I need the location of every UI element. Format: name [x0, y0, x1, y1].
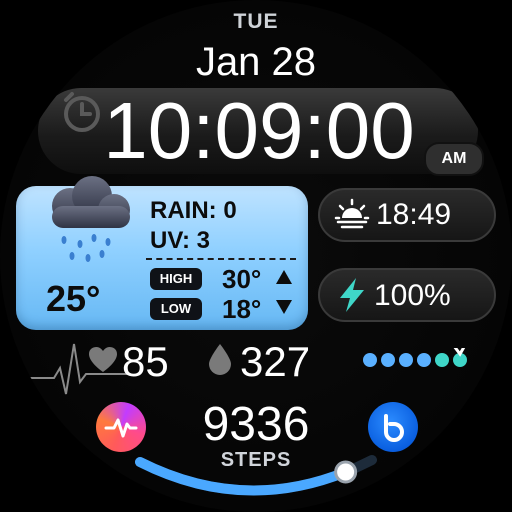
water-value[interactable]: 327: [240, 338, 310, 386]
uv-label: UV: 3: [150, 227, 211, 254]
sunset-icon: [334, 198, 370, 229]
watch-face: TUE Jan 28 10:09:00 AM RAIN: 0 UV: 3 25°…: [0, 0, 512, 512]
steps-progress-knob: [334, 460, 358, 484]
heart-rate-value[interactable]: 85: [122, 338, 169, 386]
water-drop-icon: [209, 344, 231, 375]
low-temp: 18°: [222, 294, 262, 324]
low-pill: LOW: [150, 298, 202, 320]
rain-label: RAIN: 0: [150, 197, 237, 224]
steps-progress-arc: [135, 455, 377, 496]
battery-percent: 100%: [374, 279, 451, 312]
progress-dots: [363, 348, 467, 367]
high-temp: 30°: [222, 264, 262, 294]
day-label: TUE: [233, 10, 279, 33]
arrow-up-icon: [276, 270, 292, 284]
current-temp: 25°: [46, 278, 101, 319]
bolt-icon: [340, 278, 364, 312]
date-label[interactable]: Jan 28: [0, 40, 512, 85]
rain-cloud-icon: [52, 176, 130, 262]
heart-icon: [89, 347, 117, 372]
sunset-time: 18:49: [376, 198, 452, 231]
high-pill: HIGH: [150, 268, 202, 290]
ampm-badge: AM: [424, 142, 484, 176]
weather-divider: [146, 258, 296, 260]
arrow-down-icon: [276, 300, 292, 314]
time-display[interactable]: 10:09:00: [94, 88, 424, 174]
